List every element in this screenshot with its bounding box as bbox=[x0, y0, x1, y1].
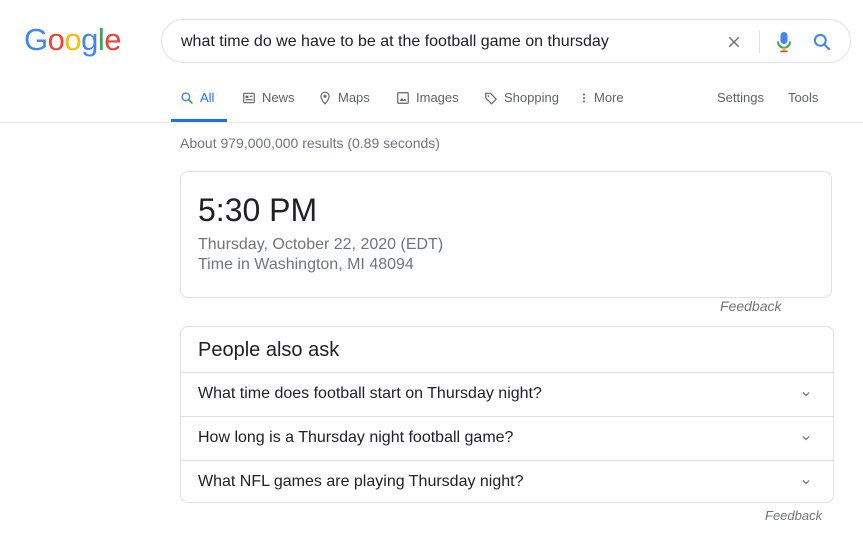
tab-all[interactable]: All bbox=[171, 90, 227, 122]
time-date: Thursday, October 22, 2020 (EDT) bbox=[198, 236, 444, 253]
tools-link[interactable]: Tools bbox=[788, 90, 818, 122]
tab-shopping[interactable]: Shopping bbox=[484, 90, 559, 122]
time-answer-card: 5:30 PM Thursday, October 22, 2020 (EDT)… bbox=[180, 171, 832, 298]
search-icon bbox=[181, 92, 193, 104]
news-icon bbox=[243, 92, 255, 104]
chevron-down-icon bbox=[802, 480, 810, 485]
settings-label: Settings bbox=[717, 90, 764, 105]
microphone-icon bbox=[777, 32, 791, 53]
search-button[interactable] bbox=[810, 30, 834, 54]
paa-question-text: How long is a Thursday night football ga… bbox=[198, 429, 514, 446]
time-value: 5:30 PM bbox=[198, 192, 318, 228]
logo-letter: o bbox=[47, 22, 65, 57]
map-pin-icon bbox=[320, 91, 330, 105]
tab-label: Images bbox=[416, 90, 459, 105]
google-logo[interactable]: Google bbox=[24, 22, 122, 58]
clear-button[interactable] bbox=[722, 30, 746, 54]
tab-more[interactable]: More bbox=[580, 90, 624, 122]
paa-question[interactable]: What NFL games are playing Thursday nigh… bbox=[181, 460, 833, 504]
settings-link[interactable]: Settings bbox=[717, 90, 764, 122]
tools-label: Tools bbox=[788, 90, 819, 105]
search-divider bbox=[759, 31, 760, 53]
logo-letter: G bbox=[24, 22, 48, 57]
tab-label: News bbox=[262, 90, 295, 105]
close-icon bbox=[728, 36, 740, 48]
feedback-link[interactable]: Feedback bbox=[765, 508, 822, 523]
chevron-down-icon bbox=[802, 392, 810, 397]
people-also-ask: People also ask What time does football … bbox=[180, 326, 834, 503]
voice-search-button[interactable] bbox=[772, 30, 796, 54]
paa-question[interactable]: How long is a Thursday night football ga… bbox=[181, 416, 833, 460]
logo-letter: o bbox=[64, 22, 82, 57]
more-vert-icon bbox=[582, 93, 586, 103]
logo-letter: g bbox=[81, 22, 98, 57]
tab-maps[interactable]: Maps bbox=[318, 90, 370, 122]
paa-question-text: What NFL games are playing Thursday nigh… bbox=[198, 473, 524, 490]
logo-letter: e bbox=[104, 22, 122, 57]
tag-icon bbox=[485, 92, 497, 105]
tab-label: Maps bbox=[338, 90, 370, 105]
paa-title: People also ask bbox=[198, 339, 340, 361]
paa-question[interactable]: What time does football start on Thursda… bbox=[181, 372, 833, 416]
time-location: Time in Washington, MI 48094 bbox=[198, 256, 414, 273]
search-box bbox=[161, 19, 851, 63]
tab-images[interactable]: Images bbox=[396, 90, 459, 122]
image-icon bbox=[397, 92, 409, 104]
tab-news[interactable]: News bbox=[242, 90, 295, 122]
paa-question-text: What time does football start on Thursda… bbox=[198, 385, 542, 402]
tab-label: Shopping bbox=[504, 90, 559, 105]
search-input[interactable] bbox=[181, 30, 721, 54]
feedback-link[interactable]: Feedback bbox=[720, 298, 781, 314]
tab-label: All bbox=[200, 90, 215, 105]
search-tabs: All News Maps Images Shopping More Setti… bbox=[0, 80, 863, 123]
result-stats: About 979,000,000 results (0.89 seconds) bbox=[180, 135, 440, 151]
chevron-down-icon bbox=[802, 436, 810, 441]
tab-label: More bbox=[594, 90, 624, 105]
search-icon bbox=[813, 33, 831, 51]
